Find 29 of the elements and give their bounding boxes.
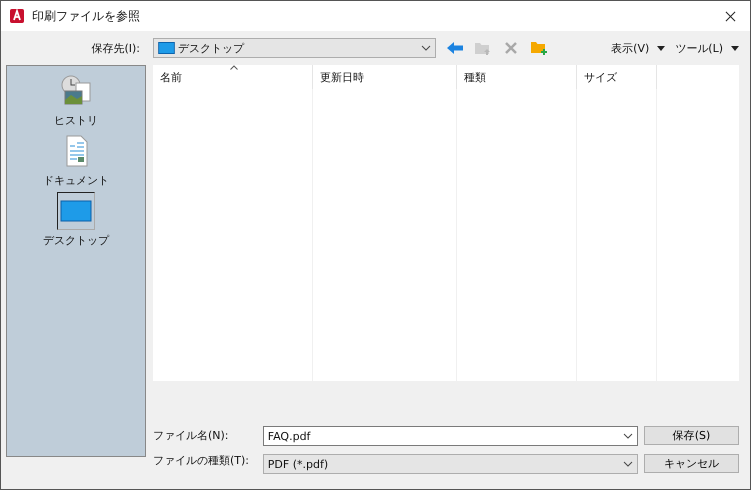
dropdown-arrow-icon[interactable] xyxy=(731,46,739,50)
place-label: ドキュメント xyxy=(43,173,109,188)
file-type-dropdown[interactable]: PDF (*.pdf) xyxy=(262,454,638,474)
location-label: 保存先(I): xyxy=(90,40,140,56)
window-title: 印刷ファイルを参照 xyxy=(32,8,140,24)
column-header[interactable]: 更新日時 xyxy=(313,65,457,89)
menu-button[interactable]: ツール(L) xyxy=(675,40,723,56)
place-label: ヒストリ xyxy=(54,113,98,128)
field-label: ファイルの種類(T): xyxy=(153,453,250,469)
save-button[interactable]: 保存(S) xyxy=(644,426,739,445)
app-logo-icon xyxy=(9,8,25,24)
menu-button[interactable]: 表示(V) xyxy=(611,40,650,56)
column-header[interactable]: 名前 xyxy=(153,65,313,89)
place-label: デスクトップ xyxy=(43,233,109,248)
monitor-icon xyxy=(158,42,175,54)
chevron-down-icon[interactable] xyxy=(623,461,633,467)
place-icon-frame[interactable] xyxy=(57,192,95,230)
chevron-down-icon[interactable] xyxy=(421,45,431,51)
cancel-button[interactable]: キャンセル xyxy=(644,454,739,473)
field-label: ファイル名(N): xyxy=(153,428,230,444)
close-icon[interactable] xyxy=(725,10,736,22)
location-dropdown[interactable]: デスクトップ xyxy=(153,38,436,58)
column-header[interactable]: 種類 xyxy=(457,65,577,89)
filename-field[interactable]: FAQ.pdf xyxy=(262,426,638,446)
chevron-down-icon[interactable] xyxy=(623,433,633,439)
column-header[interactable]: サイズ xyxy=(577,65,657,89)
dropdown-arrow-icon[interactable] xyxy=(657,46,666,50)
back-arrow-icon[interactable] xyxy=(446,40,464,56)
new-folder-icon[interactable] xyxy=(530,40,548,56)
